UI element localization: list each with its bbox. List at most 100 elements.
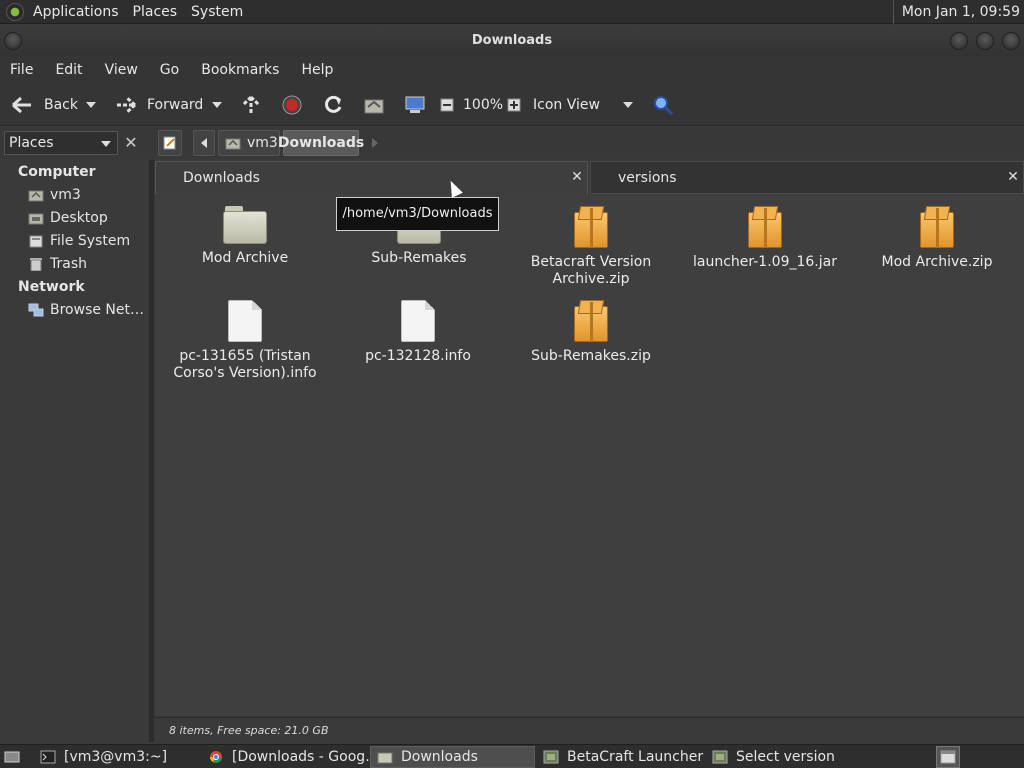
back-history-dropdown[interactable]: [86, 84, 96, 126]
forward-button[interactable]: Forward: [114, 84, 203, 126]
file-name: Sub-Remakes.zip: [531, 348, 651, 364]
reload-button[interactable]: [322, 84, 344, 126]
archive-icon: [573, 206, 609, 248]
sidebar-item-file-system[interactable]: File System: [28, 233, 130, 249]
crumb-right-scroll-button[interactable]: [364, 130, 386, 156]
search-icon: [654, 96, 674, 116]
chevron-down-icon: [623, 102, 633, 108]
minimize-button[interactable]: [950, 32, 968, 50]
file-item[interactable]: Mod Archive.zip: [862, 206, 1012, 271]
file-item[interactable]: launcher-1.09_16.jar: [690, 206, 840, 271]
file-item[interactable]: pc-132128.info: [343, 300, 493, 365]
sidebar-item-desktop[interactable]: Desktop: [28, 210, 108, 226]
tab-downloads[interactable]: Downloads ✕: [155, 161, 588, 194]
view-mode-select[interactable]: Icon View: [533, 84, 637, 126]
task-select-version[interactable]: Select version: [706, 746, 874, 768]
sidebar-mode-select[interactable]: Places: [4, 131, 118, 155]
applications-menu[interactable]: Applications: [26, 0, 126, 24]
home-folder-icon: [364, 99, 384, 114]
zoom-out-icon: [440, 98, 454, 112]
betacraft-icon: [543, 750, 559, 764]
stop-icon: [282, 95, 302, 115]
home-button[interactable]: [363, 84, 385, 126]
file-icon-view[interactable]: Mod Archive Sub-Remakes Betacraft Versio…: [155, 194, 1024, 716]
tab-versions[interactable]: versions ✕: [590, 161, 1024, 194]
sidebar-item-browse-network[interactable]: Browse Net…: [28, 302, 144, 318]
sidebar-item-label: Trash: [50, 256, 87, 272]
file-name: pc-131655 (Tristan Corso's Version).info: [173, 348, 317, 381]
close-sidebar-button[interactable]: ✕: [121, 133, 141, 153]
sidebar-pane-divider[interactable]: [150, 160, 154, 742]
task-label: [Downloads - Goog…: [232, 749, 370, 765]
menu-go[interactable]: Go: [149, 62, 190, 78]
sidebar-item-vm3[interactable]: vm3: [28, 187, 81, 203]
system-menu[interactable]: System: [184, 0, 250, 24]
menu-edit[interactable]: Edit: [44, 62, 93, 78]
crumb-left-scroll-button[interactable]: [193, 130, 215, 156]
document-icon: [228, 300, 262, 342]
window-menu-icon[interactable]: [4, 32, 22, 50]
archive-icon: [919, 206, 955, 248]
task-betacraft-launcher[interactable]: BetaCraft Launcher …: [537, 746, 705, 768]
file-item[interactable]: Mod Archive: [170, 206, 320, 267]
file-item[interactable]: Betacraft Version Archive.zip: [516, 206, 666, 288]
maximize-button[interactable]: [976, 32, 994, 50]
chevron-down-icon: [86, 102, 96, 108]
show-desktop-button[interactable]: [0, 746, 30, 768]
home-folder-icon: [28, 190, 44, 202]
desktop-folder-icon: [28, 213, 44, 225]
task-chrome[interactable]: [Downloads - Goog…: [202, 746, 370, 768]
zoom-level[interactable]: 100%: [463, 84, 503, 126]
window-title: Downloads: [471, 33, 553, 48]
forward-history-dropdown[interactable]: [212, 84, 222, 126]
task-terminal[interactable]: [vm3@vm3:~]: [34, 746, 199, 768]
crumb-vm3-label: vm3: [247, 135, 278, 151]
back-arrow-icon: [12, 96, 31, 114]
zoom-out-button[interactable]: [440, 84, 454, 126]
task-label: BetaCraft Launcher …: [567, 749, 705, 765]
sidebar-mode-label: Places: [9, 135, 54, 151]
stop-button[interactable]: [282, 84, 302, 126]
betacraft-icon: [712, 750, 728, 764]
file-item[interactable]: Sub-Remakes.zip: [516, 300, 666, 365]
file-name: launcher-1.09_16.jar: [693, 254, 837, 270]
up-button[interactable]: [240, 84, 262, 126]
zoom-in-button[interactable]: [507, 84, 521, 126]
drive-icon: [29, 235, 43, 248]
workspace-switcher[interactable]: [936, 746, 960, 768]
task-label: [vm3@vm3:~]: [64, 749, 168, 765]
file-name: Mod Archive.zip: [881, 254, 993, 270]
toggle-location-entry-button[interactable]: [158, 130, 182, 156]
close-tab-button[interactable]: ✕: [569, 168, 585, 186]
close-button[interactable]: [1002, 32, 1020, 50]
sidebar-item-trash[interactable]: Trash: [28, 256, 87, 272]
path-tooltip: /home/vm3/Downloads: [336, 197, 499, 231]
file-name: Mod Archive: [201, 250, 289, 266]
view-mode-label: Icon View: [533, 97, 600, 113]
forward-label: Forward: [147, 97, 204, 113]
computer-button[interactable]: [404, 84, 426, 126]
clock[interactable]: Mon Jan 1, 09:59: [892, 0, 1020, 24]
menu-bookmarks[interactable]: Bookmarks: [190, 62, 290, 78]
terminal-icon: [40, 750, 56, 764]
search-button[interactable]: [652, 84, 674, 126]
workspace-icon: [940, 750, 956, 764]
file-name: Betacraft Version Archive.zip: [530, 254, 652, 287]
up-arrow-icon: [241, 95, 261, 114]
places-sidebar: Computer vm3 Desktop File System Trash N…: [0, 160, 150, 742]
crumb-vm3[interactable]: vm3: [218, 130, 280, 156]
folder-icon: [223, 206, 267, 244]
file-item[interactable]: pc-131655 (Tristan Corso's Version).info: [170, 300, 320, 382]
menu-help[interactable]: Help: [290, 62, 344, 78]
menu-view[interactable]: View: [94, 62, 149, 78]
window-titlebar[interactable]: Downloads: [0, 25, 1024, 56]
places-menu[interactable]: Places: [126, 0, 185, 24]
network-icon: [28, 303, 44, 317]
close-tab-button[interactable]: ✕: [1005, 168, 1021, 186]
reload-icon: [325, 95, 342, 113]
crumb-downloads[interactable]: Downloads: [278, 130, 364, 156]
back-button[interactable]: Back: [10, 84, 78, 126]
menu-file[interactable]: File: [0, 62, 44, 78]
task-downloads[interactable]: Downloads: [370, 746, 535, 768]
distro-logo-icon[interactable]: [6, 2, 24, 21]
